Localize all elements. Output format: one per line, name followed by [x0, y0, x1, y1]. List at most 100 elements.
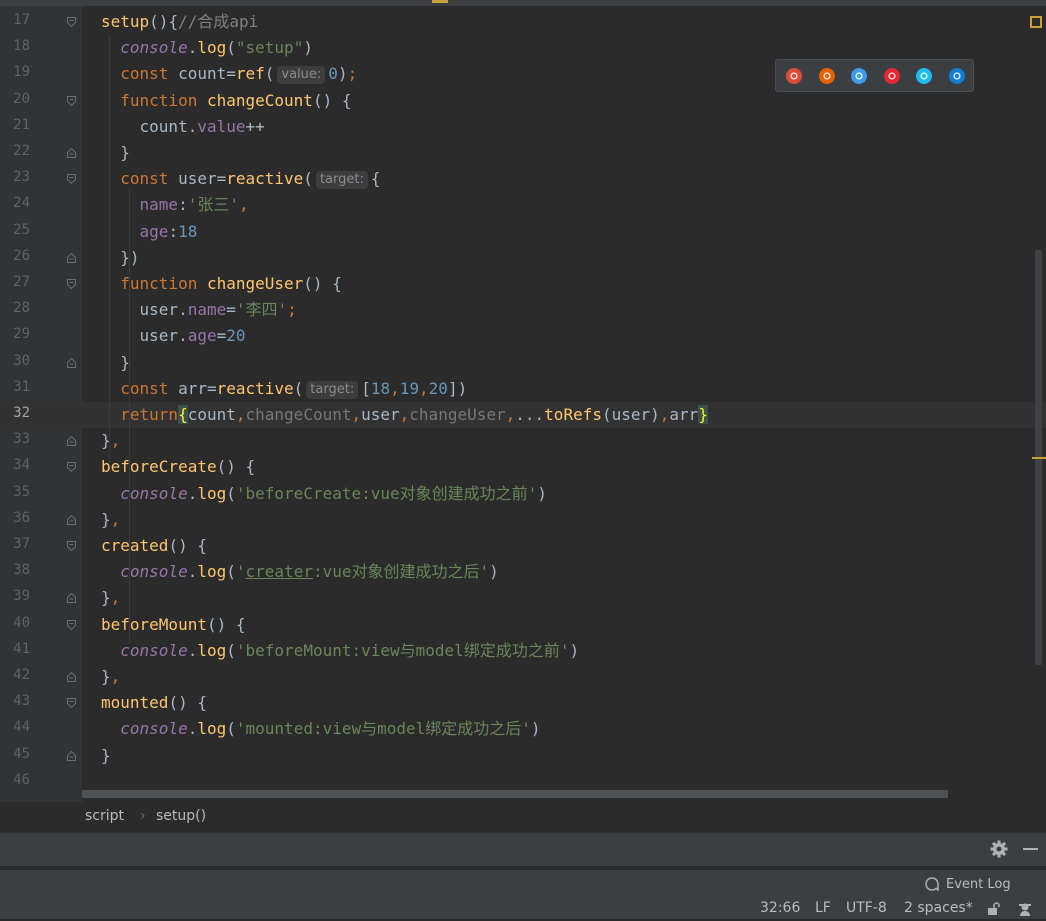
line-number[interactable]: 22 — [0, 143, 30, 159]
breadcrumb-item-script[interactable]: script — [85, 808, 124, 824]
line-number[interactable]: 46 — [0, 772, 30, 788]
code-line[interactable]: 40 beforeMount() { — [0, 612, 1046, 638]
code-text: console.log("setup") — [101, 37, 313, 59]
line-number[interactable]: 45 — [0, 746, 30, 762]
code-line[interactable]: 30 } — [0, 350, 1046, 376]
code-line[interactable]: 17 setup(){//合成api — [0, 9, 1046, 35]
fold-open-icon[interactable] — [67, 95, 76, 106]
code-line[interactable]: 31 const arr=reactive(target: [18,19,20]) — [0, 376, 1046, 402]
line-number[interactable]: 19 — [0, 64, 30, 80]
line-number[interactable]: 33 — [0, 431, 30, 447]
minimize-icon[interactable] — [1023, 848, 1038, 850]
inspection-status-icon[interactable] — [1030, 16, 1042, 28]
fold-open-icon[interactable] — [67, 279, 76, 289]
gear-icon[interactable] — [989, 839, 1009, 859]
unlock-icon[interactable] — [987, 902, 1001, 916]
code-line[interactable]: 24 name:'张三', — [0, 192, 1046, 218]
code-line[interactable]: 42}, — [0, 664, 1046, 690]
code-token: log — [197, 640, 227, 660]
caret-position[interactable]: 32:66 — [760, 900, 800, 916]
code-line[interactable]: 27 function changeUser() { — [0, 271, 1046, 297]
code-line[interactable]: 34 beforeCreate() { — [0, 454, 1046, 480]
fold-close-icon[interactable] — [67, 593, 76, 604]
fold-open-icon[interactable] — [67, 174, 76, 185]
safari-icon[interactable] — [850, 67, 868, 85]
line-number[interactable]: 23 — [0, 169, 30, 185]
code-line[interactable]: 22 } — [0, 140, 1046, 166]
code-line[interactable]: 44 console.log('mounted:view与model绑定成功之后… — [0, 716, 1046, 742]
line-number[interactable]: 37 — [0, 536, 30, 552]
line-number[interactable]: 17 — [0, 12, 30, 28]
code-token: user — [361, 405, 400, 424]
fold-open-icon[interactable] — [67, 698, 76, 709]
code-line[interactable]: 39}, — [0, 585, 1046, 611]
fold-close-icon[interactable] — [67, 436, 76, 447]
fold-close-icon[interactable] — [67, 672, 76, 682]
fold-open-icon[interactable] — [67, 619, 76, 630]
code-line[interactable]: 33}, — [0, 428, 1046, 454]
line-number[interactable]: 24 — [0, 195, 30, 211]
line-number[interactable]: 32 — [0, 405, 30, 421]
fold-open-icon[interactable] — [67, 462, 76, 473]
fold-open-icon[interactable] — [67, 17, 76, 27]
line-number[interactable]: 38 — [0, 562, 30, 578]
line-number[interactable]: 39 — [0, 588, 30, 604]
event-log-icon[interactable] — [925, 877, 939, 892]
line-number[interactable]: 30 — [0, 353, 30, 369]
firefox-icon[interactable] — [818, 67, 836, 85]
fold-open-icon[interactable] — [67, 541, 76, 551]
code-line[interactable]: 35 console.log('beforeCreate:vue对象创建成功之前… — [0, 481, 1046, 507]
fold-close-icon[interactable] — [67, 148, 76, 158]
line-number[interactable]: 41 — [0, 641, 30, 657]
breadcrumb-item-setup[interactable]: setup() — [156, 808, 206, 824]
line-number[interactable]: 26 — [0, 248, 30, 264]
code-token: 19 — [399, 378, 420, 398]
code-line[interactable]: 38 console.log('creater:vue对象创建成功之后') — [0, 559, 1046, 585]
file-encoding[interactable]: UTF-8 — [846, 900, 887, 916]
line-number[interactable]: 43 — [0, 693, 30, 709]
line-number[interactable]: 18 — [0, 38, 30, 54]
code-line[interactable]: 41 console.log('beforeMount:view与model绑定… — [0, 638, 1046, 664]
line-separator[interactable]: LF — [815, 900, 831, 916]
horizontal-scrollbar[interactable] — [82, 790, 948, 798]
line-number[interactable]: 29 — [0, 326, 30, 342]
code-line[interactable]: 45} — [0, 743, 1046, 769]
line-number[interactable]: 21 — [0, 117, 30, 133]
fold-close-icon[interactable] — [67, 252, 76, 263]
code-token: [ — [361, 378, 371, 398]
line-number[interactable]: 28 — [0, 300, 30, 316]
code-line[interactable]: 23 const user=reactive(target:{ — [0, 166, 1046, 192]
edge-icon[interactable] — [948, 67, 966, 85]
code-line[interactable]: 26 }) — [0, 245, 1046, 271]
event-log-button[interactable]: Event Log — [946, 877, 1011, 892]
code-line[interactable]: 18 console.log("setup") — [0, 35, 1046, 61]
inspector-icon[interactable] — [1017, 901, 1033, 917]
code-line[interactable]: 32 return{count,changeCount,user,changeU… — [0, 402, 1046, 428]
code-line[interactable]: 36}, — [0, 507, 1046, 533]
line-number[interactable]: 36 — [0, 510, 30, 526]
line-number[interactable]: 25 — [0, 222, 30, 238]
chrome-icon[interactable] — [785, 67, 803, 85]
fold-close-icon[interactable] — [67, 357, 76, 368]
code-line[interactable]: 25 age:18 — [0, 219, 1046, 245]
code-line[interactable]: 37 created() { — [0, 533, 1046, 559]
line-number[interactable]: 27 — [0, 274, 30, 290]
fold-close-icon[interactable] — [67, 750, 76, 761]
line-number[interactable]: 31 — [0, 379, 30, 395]
internet-explorer-icon[interactable] — [915, 67, 933, 85]
code-line[interactable]: 29 user.age=20 — [0, 323, 1046, 349]
line-number[interactable]: 20 — [0, 91, 30, 107]
code-line[interactable]: 21 count.value++ — [0, 114, 1046, 140]
code-line[interactable]: 28 user.name='李四'; — [0, 297, 1046, 323]
code-editor[interactable]: 17 setup(){//合成api 18 console.log("setup")… — [0, 0, 1046, 802]
indent-setting[interactable]: 2 spaces* — [904, 900, 973, 916]
line-number[interactable]: 44 — [0, 719, 30, 735]
fold-close-icon[interactable] — [67, 514, 76, 525]
line-number[interactable]: 40 — [0, 615, 30, 631]
error-stripe-marker[interactable] — [1032, 457, 1046, 459]
code-line[interactable]: 43 mounted() { — [0, 690, 1046, 716]
line-number[interactable]: 35 — [0, 484, 30, 500]
line-number[interactable]: 42 — [0, 667, 30, 683]
line-number[interactable]: 34 — [0, 457, 30, 473]
opera-icon[interactable] — [883, 67, 901, 85]
